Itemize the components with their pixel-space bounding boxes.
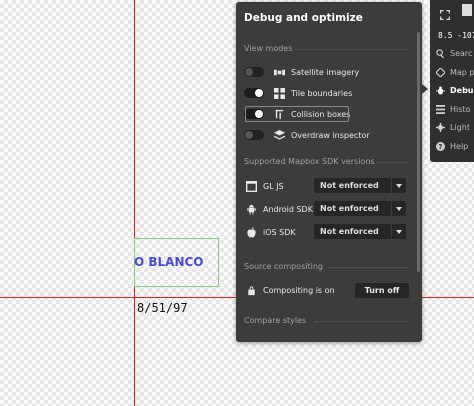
sdk-select-android[interactable]: Not enforced bbox=[314, 201, 406, 216]
view-mode-satellite[interactable]: Satellite imagery bbox=[244, 64, 359, 80]
fullscreen-icon[interactable] bbox=[440, 5, 450, 20]
section-view-modes: View modes bbox=[244, 44, 293, 53]
view-mode-tile-boundaries[interactable]: Tile boundaries bbox=[244, 85, 352, 101]
compositing-status: Compositing is on bbox=[263, 285, 335, 295]
side-item-lighting[interactable]: Light bbox=[436, 120, 470, 134]
chevron-down-icon bbox=[391, 178, 406, 193]
sdk-select-value: Not enforced bbox=[320, 181, 379, 190]
section-divider bbox=[376, 162, 408, 163]
satellite-icon bbox=[272, 65, 286, 79]
sdk-row-gljs: GL JS bbox=[244, 178, 284, 194]
help-icon: ? bbox=[436, 141, 445, 151]
sdk-select-ios[interactable]: Not enforced bbox=[314, 224, 406, 239]
panel-scrollbar[interactable] bbox=[417, 32, 420, 272]
layers-icon bbox=[272, 128, 286, 142]
section-divider bbox=[296, 49, 408, 50]
side-panel: 8.5 -107 Searc Map p Debu Histo Light ? … bbox=[430, 0, 474, 162]
grid-icon bbox=[272, 86, 286, 100]
section-compositing: Source compositing bbox=[244, 262, 323, 271]
turn-off-button[interactable]: Turn off bbox=[355, 283, 409, 298]
gear-icon bbox=[436, 122, 445, 132]
side-item-history[interactable]: Histo bbox=[436, 102, 470, 116]
sdk-row-ios: iOS SDK bbox=[244, 224, 296, 240]
chevron-down-icon bbox=[391, 224, 406, 239]
section-divider bbox=[314, 321, 408, 322]
side-item-search[interactable]: Searc bbox=[436, 46, 472, 60]
collision-boxes-highlight bbox=[245, 106, 349, 122]
sdk-label: iOS SDK bbox=[263, 227, 296, 237]
sdk-select-value: Not enforced bbox=[320, 227, 379, 236]
history-icon bbox=[436, 104, 445, 114]
android-icon bbox=[244, 202, 258, 216]
bookmark-icon[interactable] bbox=[462, 4, 472, 16]
sdk-select-value: Not enforced bbox=[320, 204, 379, 213]
sdk-row-android: Android SDK bbox=[244, 201, 313, 217]
side-item-label: Map p bbox=[450, 67, 474, 77]
view-mode-overdraw[interactable]: Overdraw inspector bbox=[244, 127, 370, 143]
toggle-overdraw[interactable] bbox=[244, 130, 264, 140]
chevron-down-icon bbox=[391, 201, 406, 216]
lock-icon bbox=[244, 283, 258, 297]
sdk-label: Android SDK bbox=[263, 204, 313, 214]
side-item-label: Histo bbox=[450, 104, 471, 114]
debug-panel: Debug and optimize View modes Satellite … bbox=[236, 2, 422, 342]
view-mode-label: Tile boundaries bbox=[291, 88, 353, 98]
browser-icon bbox=[244, 179, 258, 193]
section-sdk: Supported Mapbox SDK versions bbox=[244, 157, 375, 166]
bug-icon bbox=[436, 85, 445, 95]
side-item-label: Searc bbox=[450, 48, 473, 58]
tile-boundary-vertical bbox=[134, 0, 135, 406]
map-position-icon bbox=[436, 67, 445, 77]
search-icon bbox=[436, 48, 444, 58]
side-item-map-position[interactable]: Map p bbox=[436, 65, 474, 79]
view-mode-label: Satellite imagery bbox=[291, 67, 360, 77]
sdk-select-gljs[interactable]: Not enforced bbox=[314, 178, 406, 193]
side-item-label: Light bbox=[450, 122, 470, 132]
section-compare: Compare styles bbox=[244, 316, 307, 325]
toggle-satellite[interactable] bbox=[244, 67, 264, 77]
compositing-row: Compositing is on bbox=[244, 282, 335, 298]
toggle-tile-boundaries[interactable] bbox=[244, 88, 264, 98]
side-item-debug[interactable]: Debu bbox=[436, 83, 474, 97]
apple-icon bbox=[244, 225, 258, 239]
map-date-label: 8/51/97 bbox=[137, 301, 188, 315]
side-toolbar bbox=[430, 0, 474, 20]
side-item-label: Help bbox=[450, 141, 469, 151]
coordinates-readout: 8.5 -107 bbox=[438, 31, 474, 40]
side-item-label: Debu bbox=[450, 85, 474, 95]
map-place-label: O BLANCO bbox=[134, 255, 204, 269]
section-divider bbox=[328, 267, 408, 268]
panel-pointer bbox=[422, 84, 428, 94]
panel-title: Debug and optimize bbox=[244, 12, 363, 24]
sdk-label: GL JS bbox=[263, 181, 284, 191]
side-item-help[interactable]: ? Help bbox=[436, 139, 468, 153]
svg-text:?: ? bbox=[438, 142, 442, 151]
view-mode-label: Overdraw inspector bbox=[291, 130, 370, 140]
